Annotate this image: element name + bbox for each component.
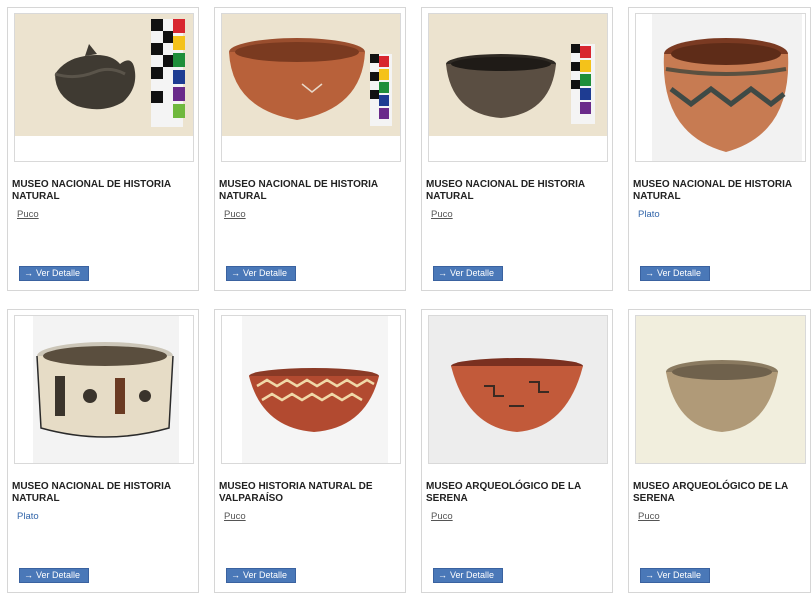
museum-name: MUSEO HISTORIA NATURAL DE VALPARAÍSO	[219, 481, 373, 504]
view-detail-button[interactable]: → Ver Detalle	[640, 266, 710, 281]
artifact-thumbnail[interactable]	[14, 315, 194, 464]
museum-name: MUSEO ARQUEOLÓGICO DE LA SERENA	[426, 481, 581, 504]
museum-name: MUSEO NACIONAL DE HISTORIA NATURAL	[633, 179, 792, 202]
arrow-right-icon: →	[231, 268, 240, 278]
view-detail-label: Ver Detalle	[450, 268, 495, 278]
artifact-type-link[interactable]: Plato	[17, 511, 39, 522]
arrow-right-icon: →	[24, 268, 33, 278]
arrow-right-icon: →	[438, 268, 447, 278]
view-detail-label: Ver Detalle	[450, 570, 495, 580]
arrow-right-icon: →	[645, 570, 654, 580]
museum-name: MUSEO ARQUEOLÓGICO DE LA SERENA	[633, 481, 788, 504]
artifact-type-link[interactable]: Puco	[431, 209, 453, 220]
collection-card: MUSEO NACIONAL DE HISTORIA NATURAL Puco …	[7, 7, 199, 291]
collection-grid: MUSEO NACIONAL DE HISTORIA NATURAL Puco …	[0, 0, 811, 593]
artifact-type-link[interactable]: Puco	[17, 209, 39, 220]
color-scale-chart	[370, 54, 392, 126]
arrow-right-icon: →	[231, 570, 240, 580]
artifact-type-link[interactable]: Plato	[638, 209, 660, 220]
collection-card: MUSEO NACIONAL DE HISTORIA NATURAL Plato…	[7, 309, 199, 593]
view-detail-button[interactable]: → Ver Detalle	[19, 266, 89, 281]
view-detail-button[interactable]: → Ver Detalle	[19, 568, 89, 583]
arrow-right-icon: →	[438, 570, 447, 580]
view-detail-label: Ver Detalle	[243, 570, 288, 580]
color-scale-chart	[151, 19, 185, 127]
artifact-thumbnail[interactable]	[635, 315, 806, 464]
collection-card: MUSEO ARQUEOLÓGICO DE LA SERENA Puco → Ve…	[421, 309, 613, 593]
view-detail-label: Ver Detalle	[657, 268, 702, 278]
collection-card: MUSEO NACIONAL DE HISTORIA NATURAL Puco …	[214, 7, 406, 291]
view-detail-label: Ver Detalle	[243, 268, 288, 278]
color-scale-chart	[571, 44, 595, 124]
view-detail-button[interactable]: → Ver Detalle	[226, 266, 296, 281]
artifact-thumbnail[interactable]	[635, 13, 806, 162]
view-detail-button[interactable]: → Ver Detalle	[433, 568, 503, 583]
view-detail-button[interactable]: → Ver Detalle	[640, 568, 710, 583]
view-detail-button[interactable]: → Ver Detalle	[433, 266, 503, 281]
artifact-thumbnail[interactable]	[428, 315, 608, 464]
artifact-thumbnail[interactable]	[14, 13, 194, 162]
artifact-type-link[interactable]: Puco	[224, 511, 246, 522]
artifact-thumbnail[interactable]	[221, 13, 401, 162]
artifact-type-link[interactable]: Puco	[224, 209, 246, 220]
museum-name: MUSEO NACIONAL DE HISTORIA NATURAL	[12, 481, 171, 504]
collection-card: MUSEO HISTORIA NATURAL DE VALPARAÍSO Puc…	[214, 309, 406, 593]
arrow-right-icon: →	[24, 570, 33, 580]
view-detail-label: Ver Detalle	[36, 570, 81, 580]
view-detail-label: Ver Detalle	[657, 570, 702, 580]
view-detail-button[interactable]: → Ver Detalle	[226, 568, 296, 583]
artifact-thumbnail[interactable]	[221, 315, 401, 464]
collection-card: MUSEO NACIONAL DE HISTORIA NATURAL Plato…	[628, 7, 811, 291]
artifact-type-link[interactable]: Puco	[431, 511, 453, 522]
museum-name: MUSEO NACIONAL DE HISTORIA NATURAL	[426, 179, 585, 202]
arrow-right-icon: →	[645, 268, 654, 278]
museum-name: MUSEO NACIONAL DE HISTORIA NATURAL	[12, 179, 171, 202]
view-detail-label: Ver Detalle	[36, 268, 81, 278]
collection-card: MUSEO NACIONAL DE HISTORIA NATURAL Puco …	[421, 7, 613, 291]
museum-name: MUSEO NACIONAL DE HISTORIA NATURAL	[219, 179, 378, 202]
artifact-thumbnail[interactable]	[428, 13, 608, 162]
artifact-type-link[interactable]: Puco	[638, 511, 660, 522]
collection-card: MUSEO ARQUEOLÓGICO DE LA SERENA Puco → Ve…	[628, 309, 811, 593]
